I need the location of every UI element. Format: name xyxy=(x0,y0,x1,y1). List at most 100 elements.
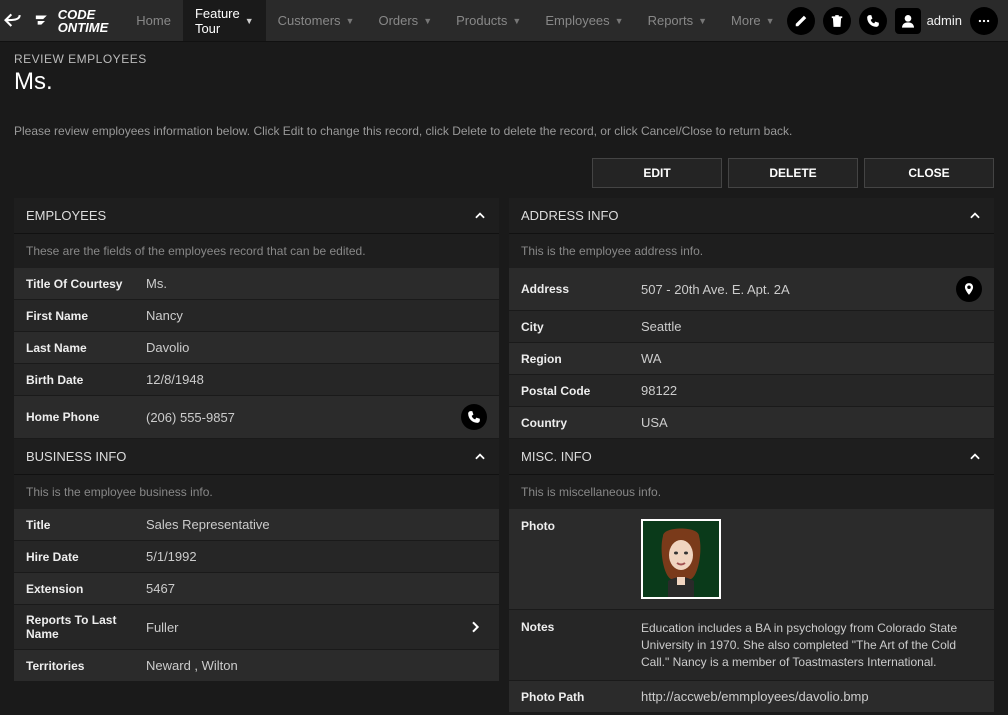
wing-icon xyxy=(34,10,56,32)
field-label: City xyxy=(521,320,641,334)
field-label: Photo xyxy=(521,519,641,533)
nav-more[interactable]: More ▼ xyxy=(719,0,787,41)
nav-customers-label: Customers xyxy=(278,13,341,28)
field-value: USA xyxy=(641,415,982,430)
trash-icon xyxy=(830,14,844,28)
field-reports-to[interactable]: Reports To Last Name Fuller xyxy=(14,605,499,650)
nav-feature-tour-label: Feature Tour xyxy=(195,6,240,36)
misc-panel-title: MISC. INFO xyxy=(521,449,592,464)
phone-icon xyxy=(866,14,880,28)
field-photo-path[interactable]: Photo Path http://accweb/emmployees/davo… xyxy=(509,681,994,713)
edit-button[interactable]: EDIT xyxy=(592,158,722,188)
field-photo[interactable]: Photo xyxy=(509,509,994,610)
nav-customers[interactable]: Customers▼ xyxy=(266,0,367,41)
business-panel-desc: This is the employee business info. xyxy=(14,475,499,509)
call-phone-button[interactable] xyxy=(461,404,487,430)
nav-menu: Home Feature Tour▼ Customers▼ Orders▼ Pr… xyxy=(124,0,786,41)
field-value: Sales Representative xyxy=(146,517,487,532)
page-header: REVIEW EMPLOYEES Ms. xyxy=(0,42,1008,110)
address-panel-header[interactable]: ADDRESS INFO xyxy=(509,198,994,234)
field-value: Neward , Wilton xyxy=(146,658,487,673)
nav-employees-label: Employees xyxy=(545,13,609,28)
field-postal-code[interactable]: Postal Code 98122 xyxy=(509,375,994,407)
map-pin-icon xyxy=(962,282,976,296)
map-pin-button[interactable] xyxy=(956,276,982,302)
field-value: Fuller xyxy=(146,620,467,635)
caret-down-icon: ▼ xyxy=(423,16,432,26)
field-last-name[interactable]: Last Name Davolio xyxy=(14,332,499,364)
business-panel-header[interactable]: BUSINESS INFO xyxy=(14,439,499,475)
more-icon-button[interactable] xyxy=(970,7,998,35)
employees-panel: EMPLOYEES These are the fields of the em… xyxy=(14,198,499,439)
field-notes[interactable]: Notes Education includes a BA in psychol… xyxy=(509,610,994,681)
field-value: Ms. xyxy=(146,276,487,291)
chevron-up-icon xyxy=(473,209,487,223)
misc-panel-header[interactable]: MISC. INFO xyxy=(509,439,994,475)
edit-icon-button[interactable] xyxy=(787,7,815,35)
delete-button[interactable]: DELETE xyxy=(728,158,858,188)
field-home-phone[interactable]: Home Phone (206) 555-9857 xyxy=(14,396,499,439)
person-icon xyxy=(900,13,916,29)
field-label: Hire Date xyxy=(26,550,146,564)
field-birth-date[interactable]: Birth Date 12/8/1948 xyxy=(14,364,499,396)
field-label: Address xyxy=(521,282,641,296)
field-value: Seattle xyxy=(641,319,982,334)
nav-employees[interactable]: Employees ▼ xyxy=(533,0,635,41)
navigate-chevron-button[interactable] xyxy=(467,619,487,635)
field-label: Birth Date xyxy=(26,373,146,387)
business-panel-title: BUSINESS INFO xyxy=(26,449,126,464)
right-column: ADDRESS INFO This is the employee addres… xyxy=(509,198,994,713)
top-nav: CODE ONTIME Home Feature Tour▼ Customers… xyxy=(0,0,1008,42)
close-button[interactable]: CLOSE xyxy=(864,158,994,188)
field-address[interactable]: Address 507 - 20th Ave. E. Apt. 2A xyxy=(509,268,994,311)
nav-more-label: More xyxy=(731,13,761,28)
field-label: Postal Code xyxy=(521,384,641,398)
misc-panel: MISC. INFO This is miscellaneous info. P… xyxy=(509,439,994,713)
misc-panel-desc: This is miscellaneous info. xyxy=(509,475,994,509)
field-territories[interactable]: Territories Neward , Wilton xyxy=(14,650,499,682)
field-label: Home Phone xyxy=(26,410,146,424)
chevron-right-icon xyxy=(467,619,483,635)
field-value: (206) 555-9857 xyxy=(146,410,461,425)
nav-home[interactable]: Home xyxy=(124,0,183,41)
nav-home-label: Home xyxy=(136,13,171,28)
field-label: Region xyxy=(521,352,641,366)
delete-icon-button[interactable] xyxy=(823,7,851,35)
field-job-title[interactable]: Title Sales Representative xyxy=(14,509,499,541)
nav-products[interactable]: Products▼ xyxy=(444,0,533,41)
address-panel-title: ADDRESS INFO xyxy=(521,208,619,223)
back-button[interactable] xyxy=(0,0,26,41)
field-label: Title Of Courtesy xyxy=(26,277,146,291)
address-panel: ADDRESS INFO This is the employee addres… xyxy=(509,198,994,439)
field-value: Nancy xyxy=(146,308,487,323)
nav-reports-label: Reports xyxy=(648,13,694,28)
field-region[interactable]: Region WA xyxy=(509,343,994,375)
field-value: http://accweb/emmployees/davolio.bmp xyxy=(641,689,982,704)
field-label: First Name xyxy=(26,309,146,323)
field-label: Reports To Last Name xyxy=(26,613,146,641)
phone-icon xyxy=(467,410,481,424)
field-hire-date[interactable]: Hire Date 5/1/1992 xyxy=(14,541,499,573)
field-title-of-courtesy[interactable]: Title Of Courtesy Ms. xyxy=(14,268,499,300)
field-first-name[interactable]: First Name Nancy xyxy=(14,300,499,332)
field-extension[interactable]: Extension 5467 xyxy=(14,573,499,605)
left-column: EMPLOYEES These are the fields of the em… xyxy=(14,198,499,713)
nav-orders[interactable]: Orders▼ xyxy=(366,0,444,41)
caret-down-icon: ▼ xyxy=(698,16,707,26)
user-menu[interactable]: admin xyxy=(895,8,962,34)
field-country[interactable]: Country USA xyxy=(509,407,994,439)
user-avatar xyxy=(895,8,921,34)
field-label: Photo Path xyxy=(521,690,641,704)
field-label: Notes xyxy=(521,620,641,634)
caret-down-icon: ▼ xyxy=(766,16,775,26)
pencil-icon xyxy=(794,14,808,28)
phone-icon-button[interactable] xyxy=(859,7,887,35)
employees-panel-header[interactable]: EMPLOYEES xyxy=(14,198,499,234)
nav-reports[interactable]: Reports ▼ xyxy=(636,0,719,41)
nav-feature-tour[interactable]: Feature Tour▼ xyxy=(183,0,266,41)
caret-down-icon: ▼ xyxy=(615,16,624,26)
chevron-up-icon xyxy=(968,450,982,464)
app-logo: CODE ONTIME xyxy=(26,0,117,41)
nav-right: admin xyxy=(787,0,1008,41)
field-city[interactable]: City Seattle xyxy=(509,311,994,343)
